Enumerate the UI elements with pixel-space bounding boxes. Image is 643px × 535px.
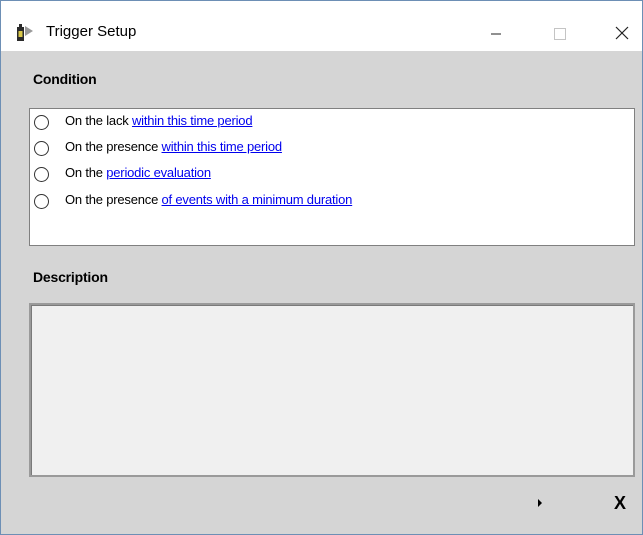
cancel-button[interactable]: X <box>608 491 632 515</box>
dialog-client-area: Condition On the lack within this time p… <box>1 51 642 534</box>
condition-option-text: On the presence <box>65 139 162 154</box>
description-textbox[interactable] <box>29 303 635 477</box>
condition-option-text: On the presence <box>65 192 162 207</box>
condition-heading: Condition <box>33 71 97 87</box>
title-bar[interactable]: Trigger Setup <box>1 1 642 51</box>
condition-option-text: On the lack <box>65 113 132 128</box>
close-icon <box>615 26 629 40</box>
radio-button[interactable] <box>34 115 49 130</box>
close-window-button[interactable] <box>599 14 643 48</box>
condition-list: On the lack within this time period On t… <box>29 108 635 246</box>
maximize-icon <box>554 28 566 40</box>
condition-option-text: On the <box>65 165 107 180</box>
maximize-button[interactable] <box>536 14 582 48</box>
radio-button[interactable] <box>34 141 49 156</box>
trigger-app-icon <box>17 24 33 41</box>
description-heading: Description <box>33 269 108 285</box>
trigger-setup-window: Trigger Setup Condition On the lack with… <box>0 0 643 535</box>
minimize-icon <box>491 33 501 35</box>
radio-button[interactable] <box>34 194 49 209</box>
condition-option-link[interactable]: within this time period <box>132 113 253 128</box>
minimize-button[interactable] <box>473 14 519 48</box>
next-button[interactable] <box>528 491 552 515</box>
radio-button[interactable] <box>34 167 49 182</box>
condition-option-link[interactable]: of events with a minimum duration <box>162 192 353 207</box>
window-title: Trigger Setup <box>46 23 137 40</box>
condition-option-link[interactable]: within this time period <box>162 139 283 154</box>
play-arrow-icon <box>538 499 542 507</box>
condition-option-link[interactable]: periodic evaluation <box>106 165 211 180</box>
